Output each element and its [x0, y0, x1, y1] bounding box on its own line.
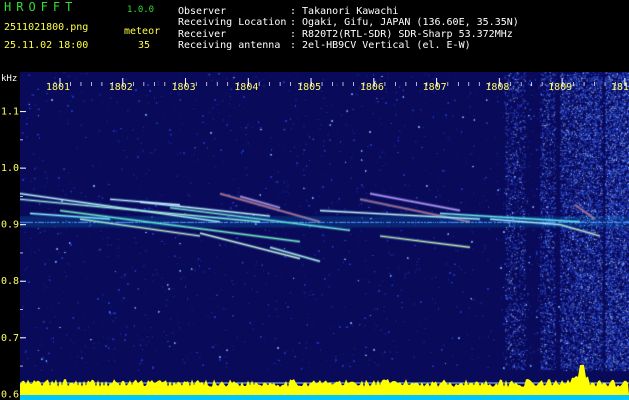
y-tick-label: 0.6	[1, 389, 19, 400]
y-axis-unit: kHz	[1, 74, 18, 84]
meteor-count: 35	[138, 40, 151, 51]
file-name: 2511021800.png	[4, 22, 89, 33]
timestamp: 25.11.02 18:00	[4, 40, 89, 51]
app-version: 1.0.0	[127, 5, 155, 15]
app-title: HROFFT	[4, 0, 78, 14]
y-tick-label: 0.8	[1, 276, 19, 287]
header-panel: HROFFT 1.0.0 2511021800.png 25.11.02 18:…	[0, 0, 629, 72]
antenna-value: : 2el-HB9CV Vertical (el. E-W)	[290, 40, 471, 51]
location-key: Receiving Location	[178, 17, 287, 28]
y-tick-label: 0.9	[1, 220, 19, 231]
spectrogram-plot	[20, 72, 629, 400]
meteor-label: meteor	[124, 26, 161, 37]
antenna-key: Receiving antenna	[178, 40, 281, 51]
y-tick-label: 1.0	[1, 163, 19, 174]
y-tick-label: 0.7	[1, 333, 19, 344]
y-tick-label: 1.1	[1, 107, 19, 118]
location-value: : Ogaki, Gifu, JAPAN (136.60E, 35.35N)	[290, 17, 519, 28]
spectrogram-canvas	[20, 72, 629, 400]
